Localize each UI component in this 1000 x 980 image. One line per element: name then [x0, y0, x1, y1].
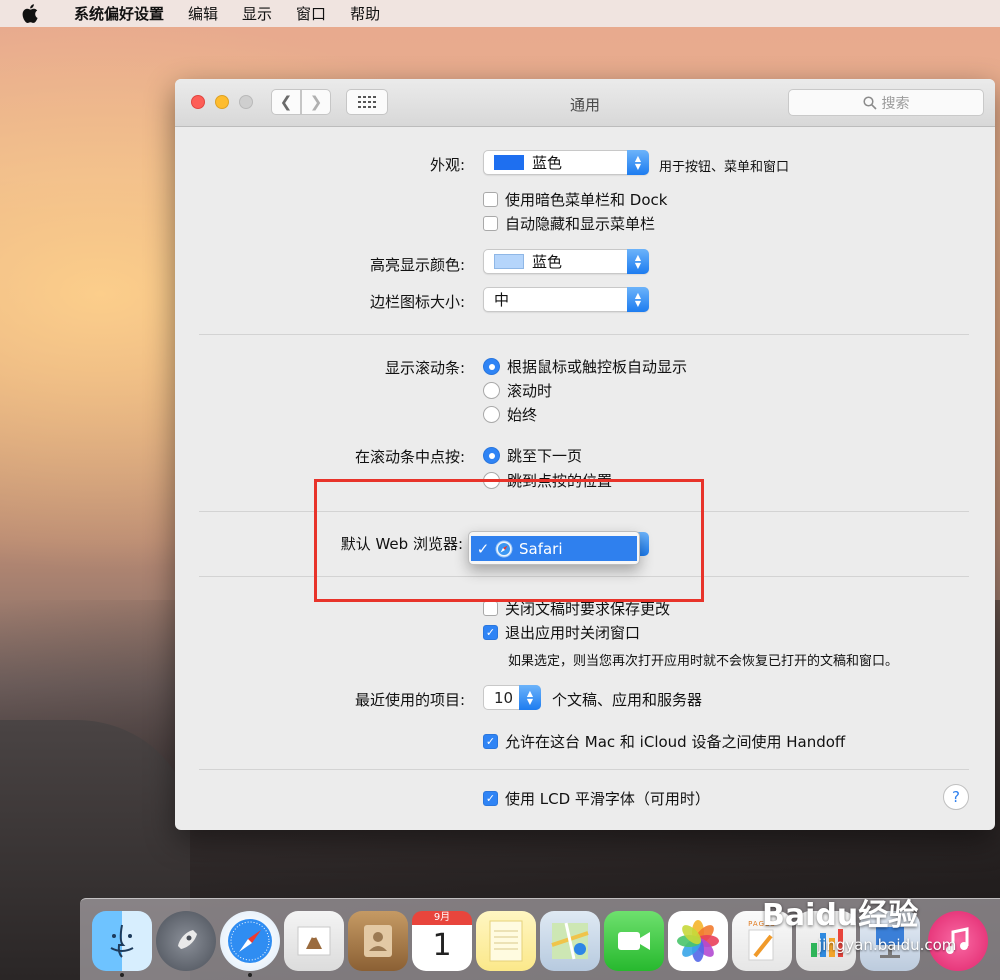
auto-hide-label: 自动隐藏和显示菜单栏 — [505, 215, 656, 233]
calendar-month: 9月 — [412, 911, 472, 925]
scroll-always-label: 始终 — [507, 406, 538, 424]
facetime-icon[interactable] — [604, 911, 664, 971]
help-button[interactable]: ? — [943, 784, 969, 810]
running-indicator — [120, 973, 124, 977]
popup-arrows-icon: ▲ ▼ — [627, 150, 649, 175]
scroll-when-scrolling-label: 滚动时 — [507, 382, 553, 400]
click-scrollbar-label: 在滚动条中点按: — [354, 448, 465, 466]
lcd-smoothing-label: 使用 LCD 平滑字体（可用时） — [505, 790, 710, 808]
appearance-label: 外观: — [429, 156, 465, 174]
close-windows-note: 如果选定，则当您再次打开应用时就不会恢复已打开的文稿和窗口。 — [508, 654, 899, 669]
menu-window[interactable]: 窗口 — [284, 3, 338, 24]
handoff-label: 允许在这台 Mac 和 iCloud 设备之间使用 Handoff — [505, 733, 846, 751]
appearance-hint: 用于按钮、菜单和窗口 — [659, 160, 790, 175]
popup-arrows-icon: ▲ ▼ — [519, 685, 541, 710]
highlight-label: 高亮显示颜色: — [369, 256, 465, 274]
scroll-when-scrolling-radio[interactable]: 滚动时 — [483, 380, 552, 401]
launchpad-icon[interactable] — [156, 911, 216, 971]
radio-button[interactable] — [483, 406, 500, 423]
divider — [199, 334, 969, 335]
popup-arrows-icon: ▲ ▼ — [627, 287, 649, 312]
menu-edit[interactable]: 编辑 — [176, 3, 230, 24]
highlight-color-popup[interactable]: 蓝色 ▲ ▼ — [483, 249, 649, 274]
recent-items-suffix: 个文稿、应用和服务器 — [552, 691, 703, 709]
auto-hide-menu-checkbox[interactable]: 自动隐藏和显示菜单栏 — [483, 213, 655, 234]
menu-help[interactable]: 帮助 — [338, 3, 392, 24]
recent-items-label: 最近使用的项目: — [354, 691, 465, 709]
jump-next-page-radio[interactable]: 跳至下一页 — [483, 445, 582, 466]
recent-items-value: 10 — [494, 688, 514, 707]
popup-arrows-icon: ▲ ▼ — [627, 249, 649, 274]
menu-view[interactable]: 显示 — [230, 3, 284, 24]
baidu-watermark-logo: Baidu经验 — [762, 898, 919, 933]
contacts-icon[interactable] — [348, 911, 408, 971]
close-windows-checkbox[interactable]: ✓ 退出应用时关闭窗口 — [483, 622, 640, 643]
apple-menu-icon[interactable] — [22, 4, 48, 23]
photos-icon[interactable] — [668, 911, 728, 971]
search-field[interactable]: 搜索 — [788, 89, 984, 116]
calendar-icon[interactable]: 9月 1 — [412, 911, 472, 971]
recent-items-popup[interactable]: 10 ▲ ▼ — [483, 685, 541, 710]
sidebar-size-popup[interactable]: 中 ▲ ▼ — [483, 287, 649, 312]
checkbox-checked[interactable]: ✓ — [483, 625, 498, 640]
sidebar-size-value: 中 — [494, 291, 510, 309]
dark-menu-checkbox[interactable]: 使用暗色菜单栏和 Dock — [483, 189, 667, 210]
finder-icon[interactable] — [92, 911, 152, 971]
notes-icon[interactable] — [476, 911, 536, 971]
appearance-popup[interactable]: 蓝色 ▲ ▼ — [483, 150, 649, 175]
scroll-auto-label: 根据鼠标或触控板自动显示 — [507, 358, 688, 376]
scroll-auto-radio[interactable]: 根据鼠标或触控板自动显示 — [483, 356, 687, 377]
checkbox-box[interactable] — [483, 192, 498, 207]
scroll-always-radio[interactable]: 始终 — [483, 404, 537, 425]
sidebar-size-label: 边栏图标大小: — [369, 293, 465, 311]
radio-button[interactable] — [483, 358, 500, 375]
calendar-day: 1 — [432, 928, 452, 963]
show-scrollbars-label: 显示滚动条: — [384, 359, 465, 377]
search-icon — [862, 95, 877, 110]
menu-bar: 系统偏好设置 编辑 显示 窗口 帮助 — [0, 0, 1000, 27]
lcd-smoothing-checkbox[interactable]: ✓ 使用 LCD 平滑字体（可用时） — [483, 788, 710, 809]
checkbox-checked[interactable]: ✓ — [483, 734, 498, 749]
dark-menu-label: 使用暗色菜单栏和 Dock — [505, 191, 668, 209]
checkbox-box[interactable] — [483, 601, 498, 616]
maps-icon[interactable] — [540, 911, 600, 971]
general-preferences-window: ❮ ❯ 通用 搜索 外观: 蓝色 ▲ ▼ 用于按钮、菜单和窗口 使用暗色菜单栏和 … — [175, 79, 995, 830]
title-bar: ❮ ❯ 通用 搜索 — [175, 79, 995, 127]
handoff-checkbox[interactable]: ✓ 允许在这台 Mac 和 iCloud 设备之间使用 Handoff — [483, 731, 845, 752]
running-indicator — [248, 973, 252, 977]
highlight-value: 蓝色 — [532, 253, 563, 271]
light-blue-swatch — [494, 254, 524, 269]
appearance-value: 蓝色 — [532, 154, 563, 172]
baidu-watermark-url: jingyan.baidu.com — [818, 936, 957, 954]
radio-button[interactable] — [483, 447, 500, 464]
close-windows-label: 退出应用时关闭窗口 — [505, 624, 641, 642]
divider — [199, 769, 969, 770]
blue-swatch — [494, 155, 524, 170]
checkbox-checked[interactable]: ✓ — [483, 791, 498, 806]
search-placeholder: 搜索 — [881, 95, 910, 112]
highlight-annotation-box — [314, 479, 704, 602]
checkbox-box[interactable] — [483, 216, 498, 231]
radio-button[interactable] — [483, 382, 500, 399]
jump-next-page-label: 跳至下一页 — [507, 447, 583, 465]
menu-app-name[interactable]: 系统偏好设置 — [62, 3, 176, 24]
safari-dock-icon[interactable] — [220, 911, 280, 971]
mail-icon[interactable] — [284, 911, 344, 971]
